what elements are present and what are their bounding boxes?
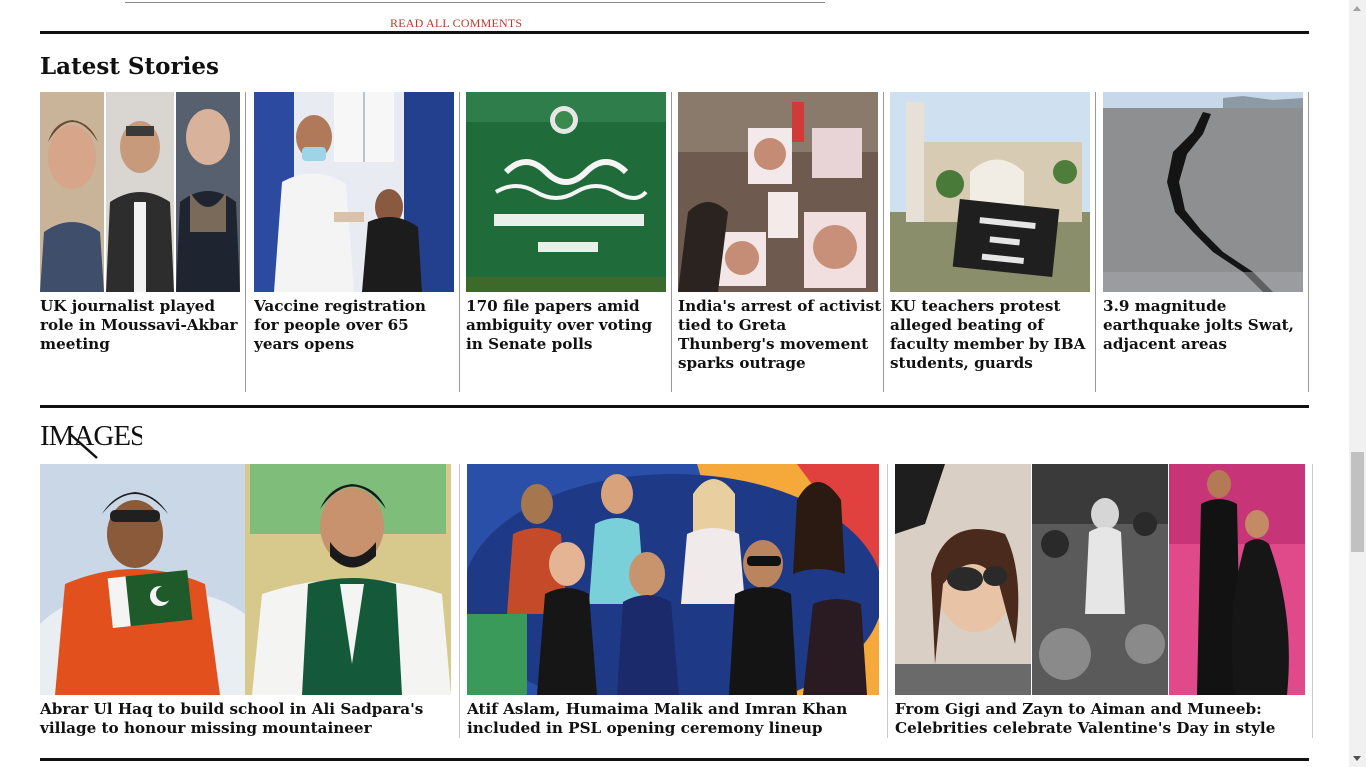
story-headline[interactable]: Vaccine registration for people over 65 … (254, 297, 454, 354)
scrollbar-thumb[interactable] (1351, 452, 1364, 552)
story-thumbnail[interactable] (40, 92, 240, 292)
vaccination-photo-image (254, 92, 454, 292)
story-headline[interactable]: KU teachers protest alleged beating of f… (890, 297, 1095, 373)
section-rule-top (40, 31, 1309, 34)
story-thumbnail[interactable] (890, 92, 1090, 292)
section-rule-middle (40, 405, 1309, 408)
protest-posters-image (678, 92, 878, 292)
section-rule-bottom (40, 758, 1309, 761)
images-logo[interactable]: IMAGES (40, 418, 146, 462)
latest-stories-list: UK journalist played role in Moussavi-Ak… (40, 92, 1309, 392)
story-card[interactable]: UK journalist played role in Moussavi-Ak… (40, 92, 246, 392)
mountaineer-singer-collage-image (40, 464, 451, 695)
comments-divider (125, 2, 825, 3)
story-card[interactable]: India's arrest of activist tied to Greta… (672, 92, 884, 392)
story-headline[interactable]: UK journalist played role in Moussavi-Ak… (40, 297, 240, 354)
story-headline[interactable]: India's arrest of activist tied to Greta… (678, 297, 883, 373)
gallery-divider (887, 464, 888, 738)
cracked-road-image (1103, 92, 1303, 292)
psl-performers-group-image (467, 464, 879, 695)
story-card[interactable]: Vaccine registration for people over 65 … (246, 92, 460, 392)
story-thumbnail[interactable] (1103, 92, 1303, 292)
gallery-card[interactable]: Atif Aslam, Humaima Malik and Imran Khan… (467, 464, 879, 738)
story-headline[interactable]: 3.9 magnitude earthquake jolts Swat, adj… (1103, 297, 1303, 354)
page-scrollbar[interactable] (1349, 0, 1366, 767)
read-all-comments-link[interactable]: READ ALL COMMENTS (390, 16, 522, 31)
scroll-up-button[interactable] (1349, 0, 1366, 17)
images-logo-graphic: IMAGES (40, 420, 146, 459)
arrow-up-icon (1353, 6, 1361, 11)
gallery-headline[interactable]: Atif Aslam, Humaima Malik and Imran Khan… (467, 700, 879, 738)
gallery-thumbnail[interactable] (895, 464, 1305, 695)
gallery-divider (1312, 464, 1313, 738)
university-gate-image (890, 92, 1090, 292)
gallery-card[interactable]: Abrar Ul Haq to build school in Ali Sadp… (40, 464, 452, 738)
story-thumbnail[interactable] (678, 92, 878, 292)
story-headline[interactable]: 170 file papers amid ambiguity over voti… (466, 297, 671, 354)
gallery-thumbnail[interactable] (40, 464, 451, 695)
arrow-down-icon (1353, 756, 1361, 761)
images-gallery-list: Abrar Ul Haq to build school in Ali Sadp… (40, 464, 1315, 740)
images-logo-text: IMAGES (40, 420, 142, 452)
gallery-headline[interactable]: Abrar Ul Haq to build school in Ali Sadp… (40, 700, 452, 738)
three-men-collage-image (40, 92, 240, 292)
election-commission-sign-image (466, 92, 666, 292)
celebrity-couples-collage-image (895, 464, 1305, 695)
story-card[interactable]: KU teachers protest alleged beating of f… (884, 92, 1096, 392)
latest-stories-heading: Latest Stories (40, 53, 219, 80)
gallery-thumbnail[interactable] (467, 464, 879, 695)
gallery-headline[interactable]: From Gigi and Zayn to Aiman and Muneeb: … (895, 700, 1310, 738)
story-thumbnail[interactable] (466, 92, 666, 292)
story-card[interactable]: 3.9 magnitude earthquake jolts Swat, adj… (1096, 92, 1309, 392)
scroll-down-button[interactable] (1349, 750, 1366, 767)
gallery-divider (459, 464, 460, 738)
gallery-card[interactable]: From Gigi and Zayn to Aiman and Muneeb: … (895, 464, 1310, 738)
story-card[interactable]: 170 file papers amid ambiguity over voti… (460, 92, 672, 392)
story-thumbnail[interactable] (254, 92, 454, 292)
